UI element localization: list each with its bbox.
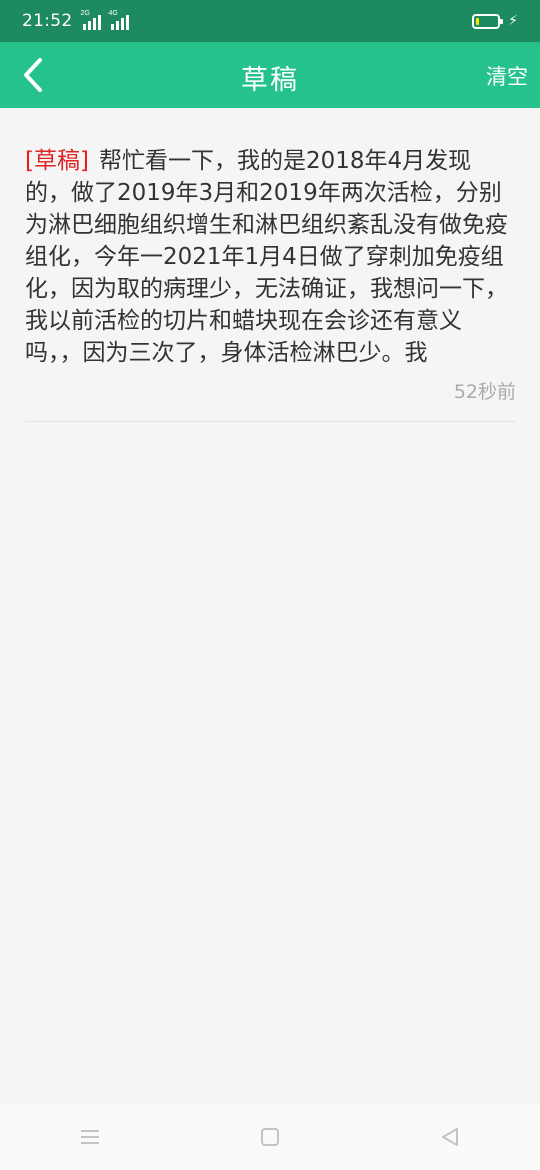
menu-icon [81,1130,99,1144]
draft-item[interactable]: [草稿] 帮忙看一下，我的是2018年4月发现的，做了2019年3月和2019年两… [25,145,516,422]
draft-text: [草稿] 帮忙看一下，我的是2018年4月发现的，做了2019年3月和2019年两… [25,145,516,369]
home-icon [261,1128,279,1146]
bolt-icon: ⚡ [508,13,518,29]
home-button[interactable] [240,1112,300,1162]
battery-indicator: ⚡ [472,13,518,29]
draft-body: 帮忙看一下，我的是2018年4月发现的，做了2019年3月和2019年两次活检，… [25,148,508,366]
signal-icon-2g: 2G [81,10,101,30]
battery-icon [472,13,504,29]
page-title: 草稿 [241,65,299,96]
draft-timestamp: 52秒前 [453,381,516,403]
draft-list: [草稿] 帮忙看一下，我的是2018年4月发现的，做了2019年3月和2019年两… [0,108,540,1104]
back-triangle-icon [442,1128,458,1146]
clear-button[interactable]: 清空 [486,61,528,91]
status-bar: 21:52 2G 4G ⚡ [0,0,540,42]
back-system-button[interactable] [420,1112,480,1162]
app-header: 草稿 清空 [0,42,540,108]
draft-tag: [草稿] [25,148,89,174]
system-navbar [0,1104,540,1170]
divider [25,421,516,422]
signal-icon-4g: 4G [109,10,129,30]
menu-button[interactable] [60,1112,120,1162]
status-time: 21:52 [22,11,73,31]
